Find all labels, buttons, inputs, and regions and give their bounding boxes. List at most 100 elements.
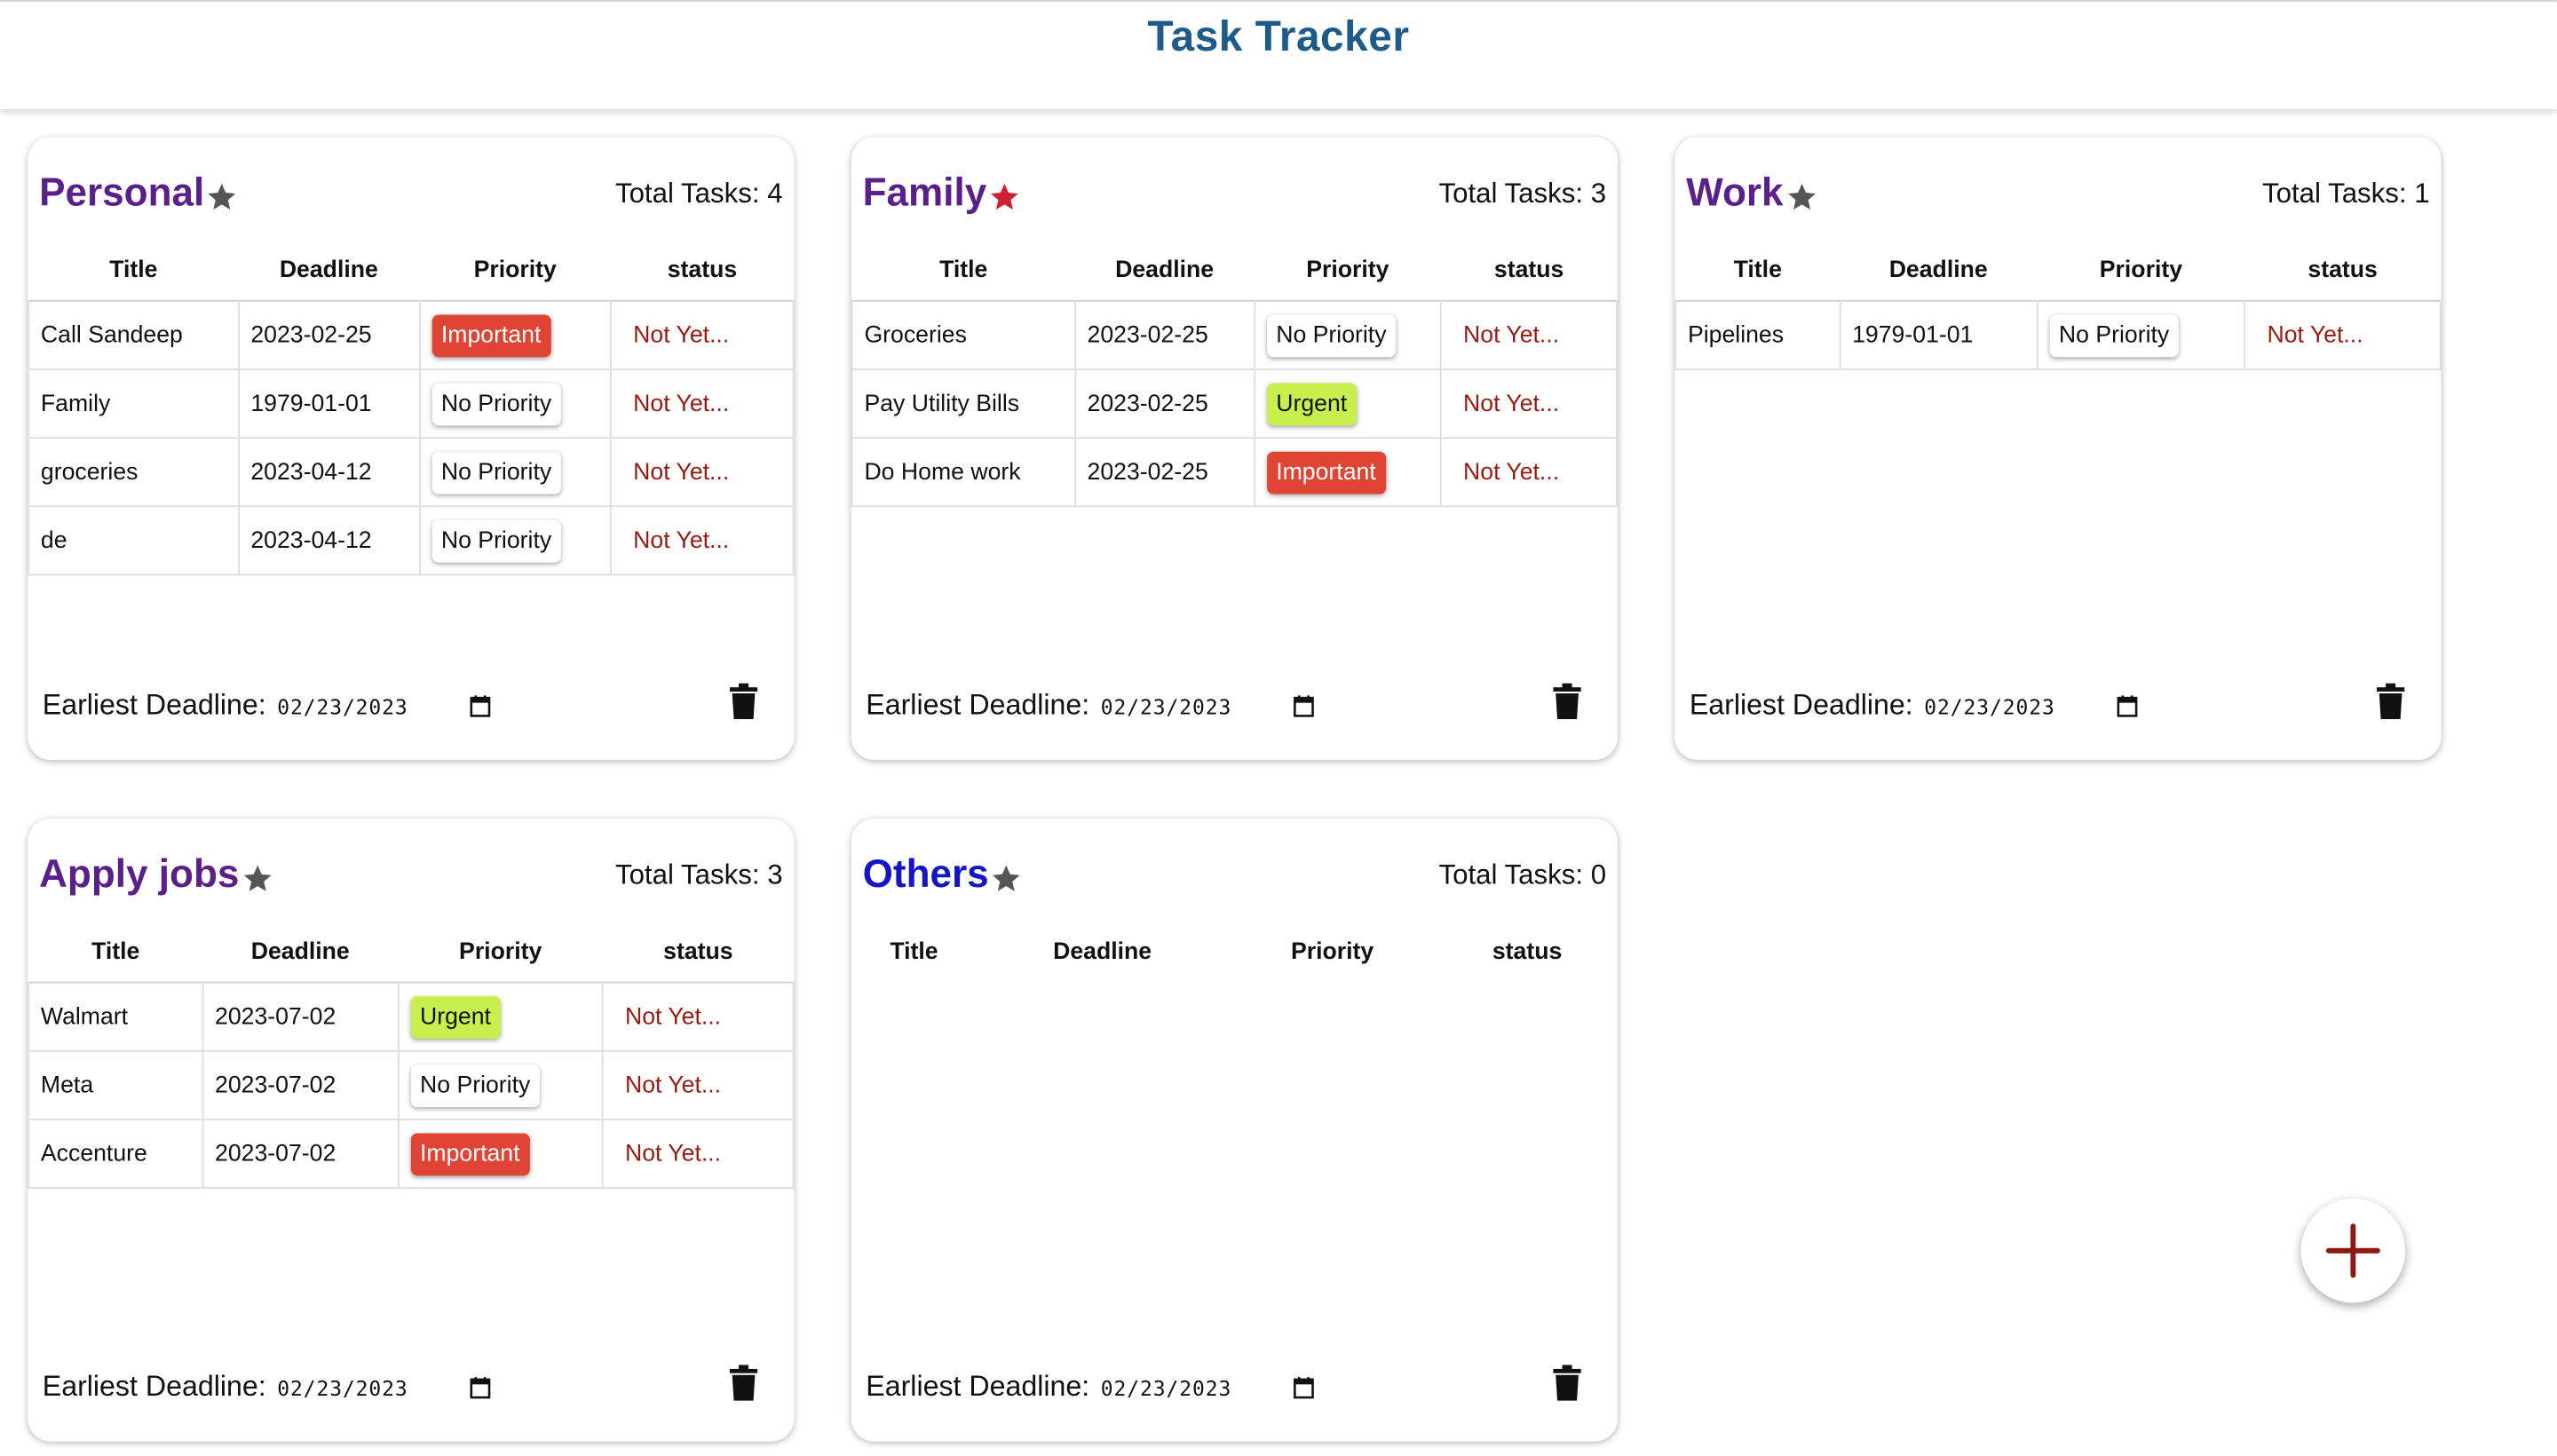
earliest-deadline-input[interactable]: 02/23/2023	[277, 694, 408, 719]
task-status[interactable]: Not Yet...	[1440, 299, 1619, 370]
task-deadline: 1979-01-01	[237, 368, 420, 439]
total-tasks: Total Tasks: 4	[615, 178, 783, 210]
add-category-button[interactable]	[2300, 1198, 2406, 1303]
priority-badge[interactable]: No Priority	[409, 1064, 541, 1107]
category-card: Family Total Tasks: 3 Title Deadline Pri…	[851, 137, 1619, 760]
task-status[interactable]: Not Yet...	[610, 437, 795, 508]
task-row[interactable]: Walmart 2023-07-02 Urgent Not Yet...	[28, 981, 795, 1052]
trash-icon[interactable]	[2376, 683, 2405, 719]
task-title: de	[28, 505, 240, 576]
task-status[interactable]: Not Yet...	[602, 1118, 795, 1189]
trash-icon[interactable]	[729, 1365, 758, 1401]
task-deadline: 2023-04-12	[237, 437, 420, 508]
column-header-title: Title	[91, 938, 140, 966]
task-priority-cell: No Priority	[418, 368, 613, 439]
task-status[interactable]: Not Yet...	[2244, 299, 2442, 370]
task-row[interactable]: Meta 2023-07-02 No Priority Not Yet...	[28, 1049, 795, 1120]
category-name: Personal	[39, 170, 205, 216]
earliest-deadline-input[interactable]: 02/23/2023	[277, 1376, 408, 1401]
category-card: Others Total Tasks: 0 Title Deadline Pri…	[851, 819, 1619, 1442]
priority-badge[interactable]: Important	[1266, 450, 1386, 494]
column-header-deadline: Deadline	[1115, 257, 1215, 284]
category-title: Work	[1686, 171, 1817, 217]
priority-badge[interactable]: No Priority	[431, 450, 562, 494]
priority-badge[interactable]: Important	[431, 313, 551, 357]
column-header-status: status	[2308, 257, 2378, 284]
task-table: Title Deadline Priority status Call Sand…	[28, 241, 795, 576]
task-row[interactable]: de 2023-04-12 No Priority Not Yet...	[28, 505, 795, 576]
app-title: Task Tracker	[1147, 11, 1410, 60]
calendar-icon[interactable]	[470, 1376, 491, 1399]
total-tasks-label: Total Tasks:	[1438, 859, 1584, 890]
task-status[interactable]: Not Yet...	[602, 1049, 795, 1120]
table-header-row: Title Deadline Priority status	[1675, 241, 2440, 301]
priority-badge[interactable]: No Priority	[431, 382, 562, 425]
task-deadline: 2023-07-02	[202, 1118, 400, 1189]
column-header-deadline: Deadline	[250, 938, 350, 966]
task-row[interactable]: Pay Utility Bills 2023-02-25 Urgent Not …	[851, 368, 1619, 439]
trash-icon[interactable]	[1553, 683, 1582, 719]
task-status[interactable]: Not Yet...	[1440, 437, 1619, 508]
trash-icon[interactable]	[729, 683, 758, 719]
star-icon[interactable]	[206, 181, 239, 214]
card-footer: Earliest Deadline: 02/23/2023	[866, 683, 1603, 733]
star-icon[interactable]	[988, 181, 1021, 214]
earliest-deadline-input[interactable]: 02/23/2023	[1101, 1376, 1231, 1401]
task-title: Pipelines	[1674, 299, 1841, 370]
task-title: Pay Utility Bills	[851, 368, 1076, 439]
task-status[interactable]: Not Yet...	[602, 981, 795, 1052]
calendar-icon[interactable]	[1294, 1376, 1315, 1399]
app-root: Task Tracker Personal Total Tasks: 4 Tit…	[0, 0, 2557, 1454]
task-status[interactable]: Not Yet...	[1440, 368, 1619, 439]
task-status[interactable]: Not Yet...	[610, 505, 795, 576]
task-title: Family	[28, 368, 240, 439]
priority-badge[interactable]: Important	[409, 1132, 530, 1175]
task-priority-cell: No Priority	[397, 1049, 605, 1120]
priority-badge[interactable]: No Priority	[1266, 313, 1397, 357]
task-row[interactable]: groceries 2023-04-12 No Priority Not Yet…	[28, 437, 795, 508]
task-title: Meta	[28, 1049, 204, 1120]
task-deadline: 2023-02-25	[1073, 368, 1255, 439]
task-status[interactable]: Not Yet...	[610, 368, 795, 439]
priority-badge[interactable]: Urgent	[1266, 382, 1358, 425]
task-row[interactable]: Call Sandeep 2023-02-25 Important Not Ye…	[28, 299, 795, 370]
table-header-row: Title Deadline Priority status	[851, 923, 1618, 982]
task-row[interactable]: Groceries 2023-02-25 No Priority Not Yet…	[851, 299, 1619, 370]
earliest-deadline-input[interactable]: 02/23/2023	[1101, 694, 1231, 719]
task-priority-cell: No Priority	[418, 505, 613, 576]
calendar-icon[interactable]	[1294, 694, 1315, 717]
earliest-deadline-input[interactable]: 02/23/2023	[1924, 694, 2054, 719]
task-title: Call Sandeep	[28, 299, 240, 370]
total-tasks: Total Tasks: 3	[615, 859, 783, 892]
task-deadline: 2023-02-25	[1073, 437, 1255, 508]
priority-badge[interactable]: No Priority	[431, 518, 562, 562]
plus-icon	[2325, 1223, 2380, 1278]
task-status[interactable]: Not Yet...	[610, 299, 795, 370]
total-tasks-label: Total Tasks:	[614, 178, 760, 210]
total-tasks-count: 0	[1590, 859, 1607, 890]
earliest-deadline-label: Earliest Deadline:	[42, 1369, 266, 1403]
calendar-icon[interactable]	[470, 694, 491, 717]
task-row[interactable]: Pipelines 1979-01-01 No Priority Not Yet…	[1674, 299, 2442, 370]
priority-badge[interactable]: No Priority	[2048, 313, 2180, 357]
column-header-priority: Priority	[473, 257, 557, 284]
column-header-priority: Priority	[2099, 257, 2183, 284]
priority-badge[interactable]: Urgent	[409, 995, 501, 1039]
star-icon[interactable]	[991, 863, 1024, 896]
task-title: groceries	[28, 437, 240, 508]
total-tasks-count: 4	[767, 178, 783, 210]
earliest-deadline-label: Earliest Deadline:	[42, 688, 266, 721]
calendar-icon[interactable]	[2117, 694, 2138, 717]
task-row[interactable]: Do Home work 2023-02-25 Important Not Ye…	[851, 437, 1619, 508]
task-deadline: 2023-02-25	[1073, 299, 1255, 370]
task-row[interactable]: Accenture 2023-07-02 Important Not Yet..…	[28, 1118, 795, 1189]
category-title: Family	[863, 171, 1021, 217]
task-row[interactable]: Family 1979-01-01 No Priority Not Yet...	[28, 368, 795, 439]
trash-icon[interactable]	[1553, 1365, 1582, 1401]
task-priority-cell: No Priority	[2036, 299, 2246, 370]
star-icon[interactable]	[1785, 181, 1817, 214]
column-header-deadline: Deadline	[279, 257, 378, 284]
total-tasks-count: 1	[2414, 178, 2430, 210]
star-icon[interactable]	[241, 863, 273, 896]
column-header-status: status	[1492, 938, 1563, 966]
